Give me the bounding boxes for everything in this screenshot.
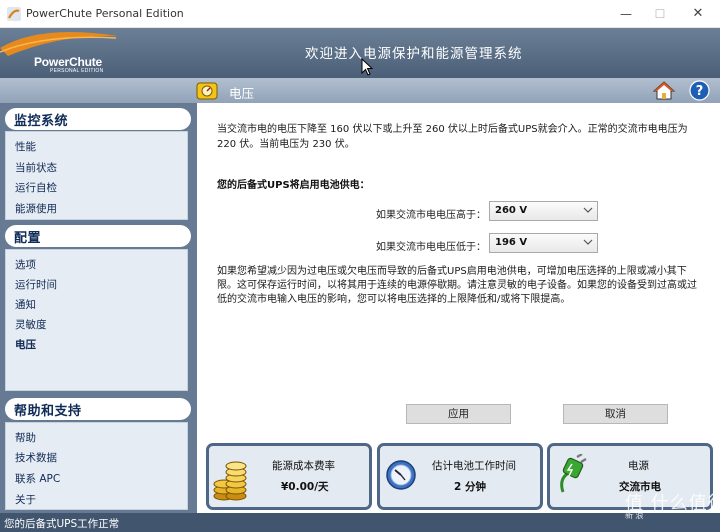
page-header-bar: [0, 78, 720, 103]
high-voltage-select[interactable]: 260 V: [489, 201, 598, 221]
power-plug-icon: [560, 454, 587, 493]
status-text: 您的后备式UPS工作正常: [4, 518, 120, 530]
nav-panel-configuration: 选项 运行时间 通知 灵敏度 电压: [5, 249, 188, 391]
section-title: 您的后备式UPS将启用电池供电：: [217, 180, 370, 191]
sidebar-item-energy-usage[interactable]: 能源使用: [15, 201, 57, 216]
chevron-down-icon: [583, 207, 593, 213]
high-voltage-label: 如果交流市电电压高于：: [376, 210, 486, 221]
close-button[interactable]: ✕: [688, 5, 708, 23]
page-title: 电压: [229, 86, 255, 101]
low-voltage-label: 如果交流市电电压低于：: [376, 242, 486, 253]
watermark: 值 什么值得买 新 浪: [625, 489, 720, 520]
header-title: 欢迎进入电源保护和能源管理系统: [305, 46, 523, 62]
high-voltage-value: 260 V: [495, 205, 528, 216]
sidebar: 监控系统 性能 当前状态 运行自检 能源使用 配置 选项 运行时间 通知 灵敏度…: [0, 103, 197, 513]
sidebar-item-sensitivity[interactable]: 灵敏度: [15, 317, 47, 332]
power-source-title: 电源: [628, 460, 649, 472]
sidebar-item-options[interactable]: 选项: [15, 257, 36, 272]
sidebar-item-self-test[interactable]: 运行自检: [15, 180, 57, 195]
nav-section-configuration: 配置: [5, 225, 191, 247]
nav-section-monitoring: 监控系统: [5, 108, 191, 130]
chevron-down-icon: [583, 239, 593, 245]
minimize-button[interactable]: —: [616, 5, 636, 23]
app-icon: [7, 7, 21, 21]
sidebar-item-runtime[interactable]: 运行时间: [15, 277, 57, 292]
nav-section-help: 帮助和支持: [5, 398, 191, 420]
battery-runtime-card[interactable]: 估计电池工作时间 2 分钟: [377, 443, 543, 510]
sidebar-item-notifications[interactable]: 通知: [15, 297, 36, 312]
status-bar: 您的后备式UPS工作正常: [0, 513, 720, 532]
sidebar-item-current-status[interactable]: 当前状态: [15, 160, 57, 175]
low-voltage-value: 196 V: [495, 237, 528, 248]
sidebar-item-contact-apc[interactable]: 联系 APC: [15, 471, 60, 486]
sidebar-item-performance[interactable]: 性能: [15, 139, 36, 154]
coins-icon: [213, 461, 247, 501]
energy-cost-title: 能源成本费率: [272, 460, 335, 472]
battery-runtime-title: 估计电池工作时间: [432, 460, 516, 472]
nav-panel-help: 帮助 技术数据 联系 APC 关于: [5, 422, 188, 510]
home-icon[interactable]: [653, 80, 675, 100]
mouse-cursor-icon: [361, 58, 373, 76]
app-header: PowerChute PERSONAL EDITION 欢迎进入电源保护和能源管…: [0, 28, 720, 78]
cancel-button[interactable]: 取消: [563, 404, 668, 424]
nav-panel-monitoring: 性能 当前状态 运行自检 能源使用: [5, 131, 188, 220]
voltage-icon: [196, 82, 218, 100]
sidebar-item-help[interactable]: 帮助: [15, 430, 36, 445]
intro-text: 当交流市电的电压下降至 160 伏以下或上升至 260 伏以上时后备式UPS就会…: [217, 124, 688, 150]
apply-button[interactable]: 应用: [406, 404, 511, 424]
sidebar-item-about[interactable]: 关于: [15, 492, 36, 507]
maximize-button[interactable]: ☐: [650, 5, 670, 23]
svg-text:?: ?: [696, 84, 704, 99]
battery-runtime-value: 2 分钟: [454, 481, 486, 493]
energy-cost-card[interactable]: 能源成本费率 ¥0.00/天: [206, 443, 372, 510]
watermark-small: 新 浪: [625, 511, 644, 520]
sidebar-item-tech-data[interactable]: 技术数据: [15, 450, 57, 465]
sidebar-item-voltage[interactable]: 电压: [15, 337, 36, 352]
nav-section-title: 帮助和支持: [14, 404, 82, 419]
note-text: 如果您希望减少因为过电压或欠电压而导致的后备式UPS启用电池供电，可增加电压选择…: [217, 266, 697, 305]
title-bar: PowerChute Personal Edition — ☐ ✕: [0, 0, 720, 28]
energy-cost-value: ¥0.00/天: [281, 481, 329, 493]
low-voltage-select[interactable]: 196 V: [489, 233, 598, 253]
logo-subtext: PERSONAL EDITION: [50, 68, 104, 74]
window-title: PowerChute Personal Edition: [26, 7, 184, 20]
logo-text: PowerChute: [34, 55, 103, 69]
nav-section-title: 配置: [14, 231, 42, 246]
clock-icon: [386, 460, 416, 490]
nav-section-title: 监控系统: [14, 114, 69, 129]
help-icon[interactable]: ?: [689, 80, 710, 101]
